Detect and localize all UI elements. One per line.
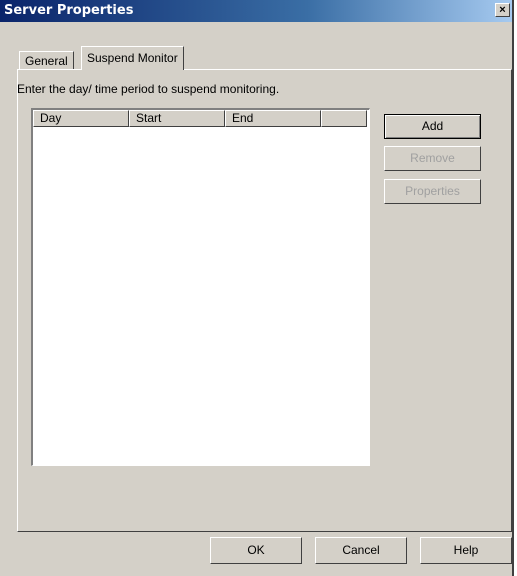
instruction-text: Enter the day/ time period to suspend mo… (17, 82, 280, 96)
help-button[interactable]: Help (420, 537, 512, 564)
column-header-start[interactable]: Start (129, 110, 225, 127)
list-header: Day Start End (33, 110, 367, 127)
properties-button[interactable]: Properties (384, 179, 481, 204)
close-button[interactable]: × (495, 3, 510, 17)
suspend-periods-list[interactable]: Day Start End (31, 108, 370, 466)
column-header-day[interactable]: Day (33, 110, 129, 127)
ok-button[interactable]: OK (210, 537, 302, 564)
tab-general[interactable]: General (19, 51, 74, 69)
window-title: Server Properties (4, 3, 134, 18)
column-header-empty[interactable] (321, 110, 367, 127)
server-properties-dialog: Server Properties × General Suspend Moni… (0, 0, 514, 576)
column-header-end[interactable]: End (225, 110, 321, 127)
title-bar[interactable]: Server Properties × (0, 0, 512, 22)
add-button[interactable]: Add (384, 114, 481, 139)
tab-suspend-monitor[interactable]: Suspend Monitor (81, 46, 184, 70)
cancel-button[interactable]: Cancel (315, 537, 407, 564)
remove-button[interactable]: Remove (384, 146, 481, 171)
